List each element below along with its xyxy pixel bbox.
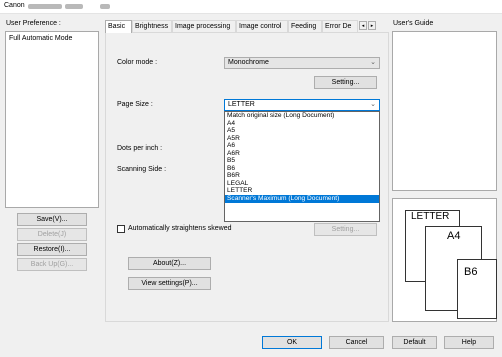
redacted-model-name <box>28 4 62 9</box>
tab-brightness[interactable]: Brightness <box>132 20 172 32</box>
default-button[interactable]: Default <box>392 336 437 349</box>
color-mode-select[interactable]: Monochrome ⌄ <box>224 57 380 69</box>
tab-scroll-right-icon[interactable]: ▸ <box>368 21 376 30</box>
page-size-option[interactable]: A6 <box>225 142 379 150</box>
color-mode-setting-button[interactable]: Setting... <box>314 76 377 89</box>
preview-paper-letter-label: LETTER <box>411 211 450 222</box>
page-size-value: LETTER <box>228 101 255 108</box>
delete-button[interactable]: Delete(J) <box>17 228 87 241</box>
straighten-setting-button[interactable]: Setting... <box>314 223 377 236</box>
redacted-model-suffix <box>65 4 83 9</box>
ok-button[interactable]: OK <box>262 336 322 349</box>
auto-straighten-label: Automatically straightens skewed <box>128 225 232 232</box>
page-size-option[interactable]: A6R <box>225 150 379 158</box>
user-preference-list[interactable]: Full Automatic Mode <box>5 31 99 208</box>
page-size-option[interactable]: A4 <box>225 120 379 128</box>
dpi-label: Dots per inch : <box>117 145 163 152</box>
preview-paper-a4-label: A4 <box>447 230 461 242</box>
page-size-option[interactable]: A5R <box>225 135 379 143</box>
page-size-dropdown-list[interactable]: Match original size (Long Document) A4 A5 A… <box>224 111 380 222</box>
page-size-option[interactable]: Scanner's Maximum (Long Document) <box>225 195 379 203</box>
page-size-option[interactable]: A5 <box>225 127 379 135</box>
page-size-option[interactable]: Match original size (Long Document) <box>225 112 379 120</box>
color-mode-value: Monochrome <box>228 59 269 66</box>
redacted-title-extra <box>100 4 110 9</box>
page-size-option[interactable]: B6R <box>225 172 379 180</box>
preview-paper-b6-label: B6 <box>464 266 478 278</box>
save-button[interactable]: Save(V)... <box>17 213 87 226</box>
color-mode-label: Color mode : <box>117 59 158 66</box>
chevron-down-icon: ⌄ <box>370 101 376 108</box>
scanning-side-label: Scanning Side : <box>117 166 167 173</box>
auto-straighten-checkbox[interactable] <box>117 225 125 233</box>
page-size-label: Page Size : <box>117 101 153 108</box>
paper-size-preview: LETTER A4 B6 <box>392 198 497 322</box>
page-size-option[interactable]: LETTER <box>225 187 379 195</box>
users-guide-panel[interactable] <box>392 31 497 191</box>
cancel-button[interactable]: Cancel <box>329 336 384 349</box>
preview-paper-b6: B6 <box>457 259 497 319</box>
page-size-option[interactable]: B6 <box>225 165 379 173</box>
chevron-down-icon: ⌄ <box>370 59 376 66</box>
page-size-select[interactable]: LETTER ⌄ <box>224 99 380 111</box>
backup-button[interactable]: Back Up(G)... <box>17 258 87 271</box>
window-title: Canon <box>4 2 25 9</box>
list-item[interactable]: Full Automatic Mode <box>9 35 72 42</box>
page-size-option[interactable]: LEGAL <box>225 180 379 188</box>
tab-feeding[interactable]: Feeding <box>288 20 322 32</box>
about-button[interactable]: About(Z)... <box>128 257 211 270</box>
help-button[interactable]: Help <box>444 336 494 349</box>
user-preference-label: User Preference : <box>6 20 61 27</box>
tab-image-control[interactable]: Image control <box>236 20 288 32</box>
users-guide-label: User's Guide <box>393 20 434 27</box>
title-bar: Canon <box>0 0 502 14</box>
tab-image-processing[interactable]: Image processing <box>172 20 236 32</box>
page-size-option[interactable]: B5 <box>225 157 379 165</box>
tab-scroll-left-icon[interactable]: ◂ <box>359 21 367 30</box>
restore-button[interactable]: Restore(I)... <box>17 243 87 256</box>
tab-error-detection[interactable]: Error De <box>322 20 358 32</box>
tab-basic[interactable]: Basic <box>105 20 132 33</box>
view-settings-button[interactable]: View settings(P)... <box>128 277 211 290</box>
